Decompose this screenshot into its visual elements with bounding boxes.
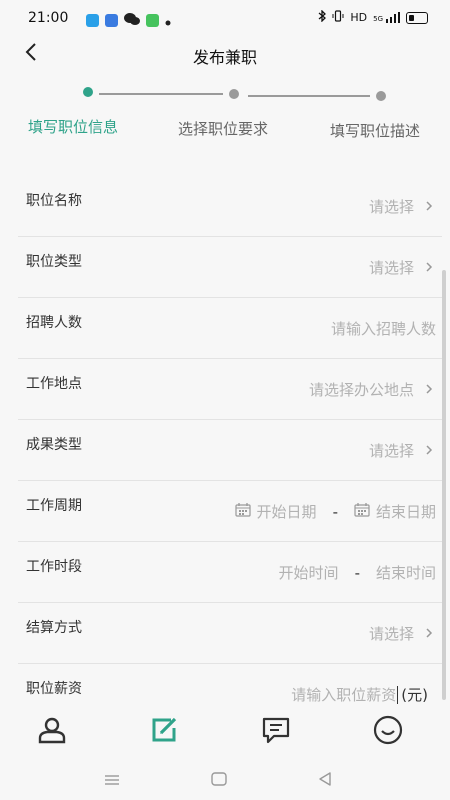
menu-icon: [104, 771, 120, 790]
vibrate-icon: [332, 10, 344, 25]
headcount-row[interactable]: 招聘人数 请输入招聘人数: [18, 298, 442, 359]
range-separator: -: [332, 502, 338, 521]
job-name-select[interactable]: 请选择: [369, 196, 414, 217]
battery-icon: [406, 11, 428, 24]
job-form: 职位名称 请选择 职位类型 请选择 招聘人数 请输入招聘人数 工作地点 请选择办…: [18, 176, 442, 724]
row-label: 职位名称: [26, 193, 82, 209]
salary-input[interactable]: 请输入职位薪资: [291, 684, 396, 705]
signal-icon: 5G: [373, 12, 400, 23]
tab-messages[interactable]: [256, 714, 296, 750]
job-type-select[interactable]: 请选择: [369, 257, 414, 278]
smile-icon: [373, 715, 403, 749]
bottom-tab-bar: [0, 706, 450, 758]
job-name-row[interactable]: 职位名称 请选择: [18, 176, 442, 237]
range-separator: -: [354, 563, 360, 582]
tab-mine[interactable]: [368, 714, 408, 750]
row-label: 招聘人数: [26, 315, 82, 331]
progress-stepper: 填写职位信息 选择职位要求 填写职位描述: [0, 80, 450, 140]
step-dot-2: [229, 89, 239, 99]
signal-type: 5G: [373, 15, 383, 23]
app-blue2-icon: [105, 14, 118, 27]
step-label-3[interactable]: 填写职位描述: [330, 120, 420, 141]
chevron-right-icon: [426, 628, 433, 638]
row-label: 职位薪资: [26, 681, 82, 697]
status-bar: 21:00 HD 5G: [0, 0, 450, 34]
result-type-row[interactable]: 成果类型 请选择: [18, 420, 442, 481]
calendar-icon: [234, 502, 251, 521]
step-connector: [99, 93, 223, 95]
step-label-2[interactable]: 选择职位要求: [178, 118, 268, 139]
row-label: 成果类型: [26, 437, 82, 453]
work-period-row: 工作周期 开始日期 - 结束日期: [18, 481, 442, 542]
step-dot-3: [376, 91, 386, 101]
dot-icon: [165, 11, 171, 30]
app-green-icon: [146, 14, 159, 27]
message-icon: [261, 716, 291, 748]
chevron-right-icon: [426, 445, 433, 455]
system-nav-bar: [0, 758, 450, 800]
chevron-right-icon: [426, 384, 433, 394]
page-title: 发布兼职: [192, 48, 257, 67]
bluetooth-icon: [318, 9, 327, 25]
row-label: 工作地点: [26, 376, 82, 392]
row-label: 工作时段: [26, 559, 82, 575]
settlement-select[interactable]: 请选择: [369, 623, 414, 644]
status-time: 21:00: [28, 10, 69, 26]
status-indicators: HD 5G: [318, 9, 428, 25]
system-back-button[interactable]: [313, 770, 337, 790]
app-blue-icon: [86, 14, 99, 27]
settlement-row[interactable]: 结算方式 请选择: [18, 603, 442, 664]
row-label: 职位类型: [26, 254, 82, 270]
result-type-select[interactable]: 请选择: [369, 440, 414, 461]
work-location-row[interactable]: 工作地点 请选择办公地点: [18, 359, 442, 420]
edit-icon: [149, 716, 179, 748]
person-icon: [37, 716, 67, 748]
battery-fill: [409, 14, 414, 21]
nav-bar: 发布兼职: [0, 34, 450, 78]
work-location-select[interactable]: 请选择办公地点: [309, 379, 414, 400]
headcount-input[interactable]: 请输入招聘人数: [331, 318, 436, 339]
salary-unit: (元): [401, 686, 428, 704]
chevron-right-icon: [426, 201, 433, 211]
start-time-input[interactable]: 开始时间: [279, 562, 339, 583]
row-label: 结算方式: [26, 620, 82, 636]
calendar-icon: [354, 502, 370, 521]
tab-publish[interactable]: [144, 714, 184, 750]
status-app-icons: [86, 11, 171, 30]
back-icon: [318, 771, 332, 790]
recent-apps-button[interactable]: [100, 770, 124, 790]
job-type-row[interactable]: 职位类型 请选择: [18, 237, 442, 298]
row-label: 工作周期: [26, 498, 82, 514]
chevron-right-icon: [426, 262, 433, 272]
start-date-input[interactable]: 开始日期: [257, 501, 317, 522]
work-period-range: 开始日期 - 结束日期: [234, 501, 436, 522]
step-connector: [248, 95, 370, 97]
end-date-input[interactable]: 结束日期: [376, 501, 436, 522]
wechat-icon: [124, 11, 140, 30]
end-time-input[interactable]: 结束时间: [376, 562, 436, 583]
home-icon: [211, 771, 227, 790]
salary-field: 请输入职位薪资 (元): [291, 684, 428, 705]
text-caret: [397, 685, 399, 704]
network-text: HD: [350, 11, 368, 24]
home-button[interactable]: [207, 770, 231, 790]
tab-profile[interactable]: [32, 714, 72, 750]
work-hours-row: 工作时段 开始时间 - 结束时间: [18, 542, 442, 603]
scrollbar[interactable]: [442, 270, 446, 700]
step-dot-1: [83, 87, 93, 97]
work-hours-range: 开始时间 - 结束时间: [279, 562, 436, 583]
step-label-1[interactable]: 填写职位信息: [28, 116, 118, 137]
